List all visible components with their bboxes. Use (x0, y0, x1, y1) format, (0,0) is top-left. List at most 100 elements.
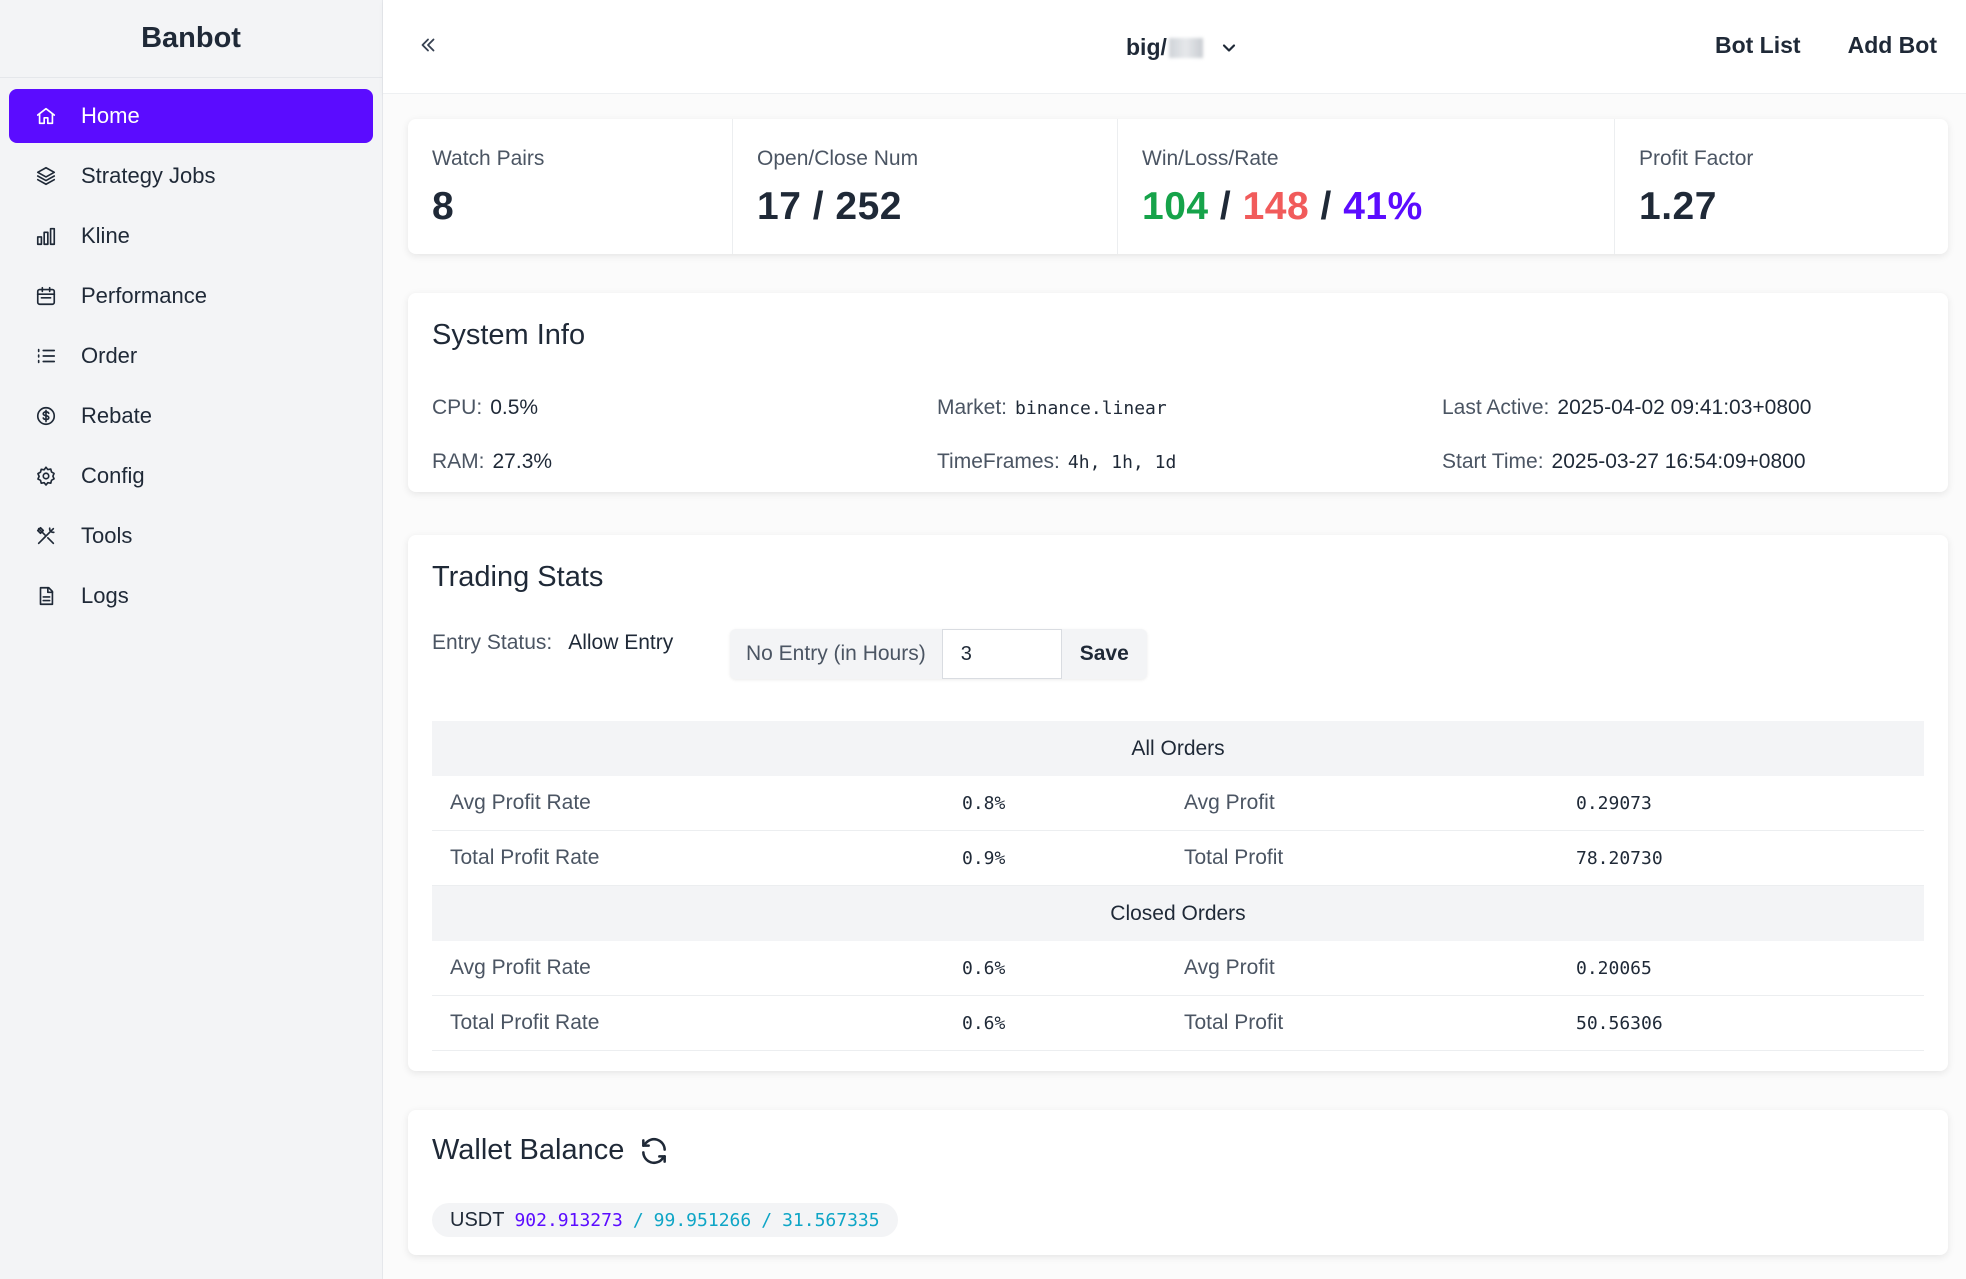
top-links: Bot List Add Bot (1715, 32, 1937, 59)
sidebar-item-order[interactable]: Order (9, 329, 373, 383)
sidebar-item-label: Config (81, 463, 145, 488)
table-row: Avg Profit Rate 0.6% Avg Profit 0.20065 (432, 941, 1924, 996)
calendar-icon (33, 283, 59, 309)
row-value: 78.20730 (1576, 847, 1663, 869)
stat-watch-pairs: Watch Pairs 8 (408, 119, 733, 254)
row-label: Avg Profit (1184, 791, 1275, 814)
system-info-card: System Info CPU: 0.5% RAM: 27.3% Market: bi… (408, 293, 1948, 492)
list-icon (33, 343, 59, 369)
layers-icon (33, 163, 59, 189)
available-balance: 99.951266 (653, 1209, 752, 1231)
no-entry-label: No Entry (in Hours) (746, 642, 926, 665)
sidebar-item-label: Home (81, 103, 140, 128)
chevron-down-icon (1219, 38, 1239, 58)
no-entry-hours-input[interactable] (941, 629, 1062, 679)
bot-name: big/ (1126, 34, 1167, 60)
entry-status: Entry Status: Allow Entry (432, 631, 673, 655)
info-label: Start Time: (1442, 450, 1544, 473)
row-value: 50.56306 (1576, 1012, 1663, 1034)
currency-label: USDT (450, 1208, 505, 1231)
entry-status-label: Entry Status: (432, 631, 553, 654)
win-rate: 41% (1343, 185, 1423, 228)
stat-label: Profit Factor (1639, 147, 1754, 170)
sidebar-item-label: Order (81, 343, 138, 368)
stat-label: Watch Pairs (432, 147, 545, 170)
table-row: Avg Profit Rate 0.8% Avg Profit 0.29073 (432, 776, 1924, 831)
sidebar-item-logs[interactable]: Logs (9, 569, 373, 623)
tools-icon (33, 523, 59, 549)
stat-value: 104 / 148 / 41% (1142, 185, 1590, 229)
trading-stats-card: Trading Stats Entry Status: Allow Entry … (408, 535, 1948, 1071)
stat-value: 1.27 (1639, 185, 1717, 228)
info-label: Last Active: (1442, 396, 1550, 419)
refresh-icon (642, 1137, 667, 1164)
total-balance: 902.913273 (514, 1209, 623, 1231)
sidebar-item-label: Logs (81, 583, 129, 608)
dollar-circle-icon (33, 403, 59, 429)
no-entry-group: No Entry (in Hours) Save (730, 629, 1147, 679)
info-value: 2025-04-02 09:41:03+0800 (1557, 396, 1812, 419)
row-label: Total Profit Rate (450, 1011, 600, 1034)
cpu-info: CPU: 0.5% (432, 396, 538, 420)
info-label: RAM: (432, 450, 485, 473)
sidebar-item-home[interactable]: Home (9, 89, 373, 143)
row-label: Total Profit Rate (450, 846, 600, 869)
info-value: 2025-03-27 16:54:09+0800 (1551, 450, 1806, 473)
row-label: Total Profit (1184, 846, 1284, 869)
row-value: 0.8% (962, 792, 1006, 814)
row-label: Avg Profit Rate (450, 956, 591, 979)
stat-label: Win/Loss/Rate (1142, 147, 1279, 170)
sidebar-item-rebate[interactable]: Rebate (9, 389, 373, 443)
wallet-balance-card: Wallet Balance USDT 902.913273 / 99.9512… (408, 1110, 1948, 1255)
stat-profit-factor: Profit Factor 1.27 (1615, 119, 1948, 254)
main-content: Watch Pairs 8 Open/Close Num 17 / 252 Wi… (383, 94, 1966, 1279)
loss-count: 148 (1242, 185, 1310, 228)
sidebar-item-label: Tools (81, 523, 133, 548)
row-value: 0.9% (962, 847, 1006, 869)
separator: / (632, 1209, 644, 1231)
sidebar-item-performance[interactable]: Performance (9, 269, 373, 323)
redacted-bot-name (1168, 37, 1203, 58)
sidebar-item-label: Kline (81, 223, 130, 248)
sidebar-item-tools[interactable]: Tools (9, 509, 373, 563)
info-label: CPU: (432, 396, 483, 419)
sidebar-item-kline[interactable]: Kline (9, 209, 373, 263)
row-value: 0.20065 (1576, 957, 1652, 979)
sidebar-item-label: Performance (81, 283, 207, 308)
table-row: Total Profit Rate 0.6% Total Profit 50.5… (432, 996, 1924, 1051)
section-title: System Info (432, 319, 586, 351)
section-title: Wallet Balance (432, 1134, 625, 1166)
sidebar: Banbot Home Strategy Jobs Kline Performa… (0, 0, 383, 1279)
info-value: 4h, 1h, 1d (1067, 452, 1177, 473)
section-title: Trading Stats (432, 561, 604, 593)
sidebar-item-label: Strategy Jobs (81, 163, 216, 188)
stat-open-close: Open/Close Num 17 / 252 (733, 119, 1118, 254)
sidebar-item-strategy-jobs[interactable]: Strategy Jobs (9, 149, 373, 203)
refresh-button[interactable] (638, 1135, 670, 1167)
stat-label: Open/Close Num (757, 147, 919, 170)
separator: / (761, 1209, 773, 1231)
brand-logo[interactable]: Banbot (0, 0, 382, 78)
info-value: 0.5% (490, 396, 539, 419)
row-value: 0.29073 (1576, 792, 1652, 814)
save-button[interactable]: Save (1062, 629, 1147, 679)
file-icon (33, 583, 59, 609)
double-chevron-left-icon (421, 38, 435, 52)
sidebar-item-config[interactable]: Config (9, 449, 373, 503)
market-info: Market: binance.linear (937, 396, 1167, 420)
stat-value: 8 (432, 185, 455, 228)
row-label: Total Profit (1184, 1011, 1284, 1034)
sidebar-nav: Home Strategy Jobs Kline Performance Ord… (0, 78, 382, 623)
last-active-info: Last Active: 2025-04-02 09:41:03+0800 (1442, 396, 1811, 420)
row-value: 0.6% (962, 1012, 1006, 1034)
collapse-sidebar-button[interactable] (413, 30, 443, 60)
win-count: 104 (1142, 185, 1209, 228)
closed-orders-header: Closed Orders (432, 886, 1924, 941)
bot-list-link[interactable]: Bot List (1715, 32, 1801, 59)
info-label: TimeFrames: (937, 450, 1060, 473)
wallet-balance-chip: USDT 902.913273 / 99.951266 / 31.567335 (432, 1203, 898, 1237)
unrealized-balance: 31.567335 (782, 1209, 880, 1231)
row-label: Avg Profit Rate (450, 791, 591, 814)
add-bot-link[interactable]: Add Bot (1848, 32, 1937, 59)
bot-selector[interactable]: big/ (1126, 34, 1239, 61)
